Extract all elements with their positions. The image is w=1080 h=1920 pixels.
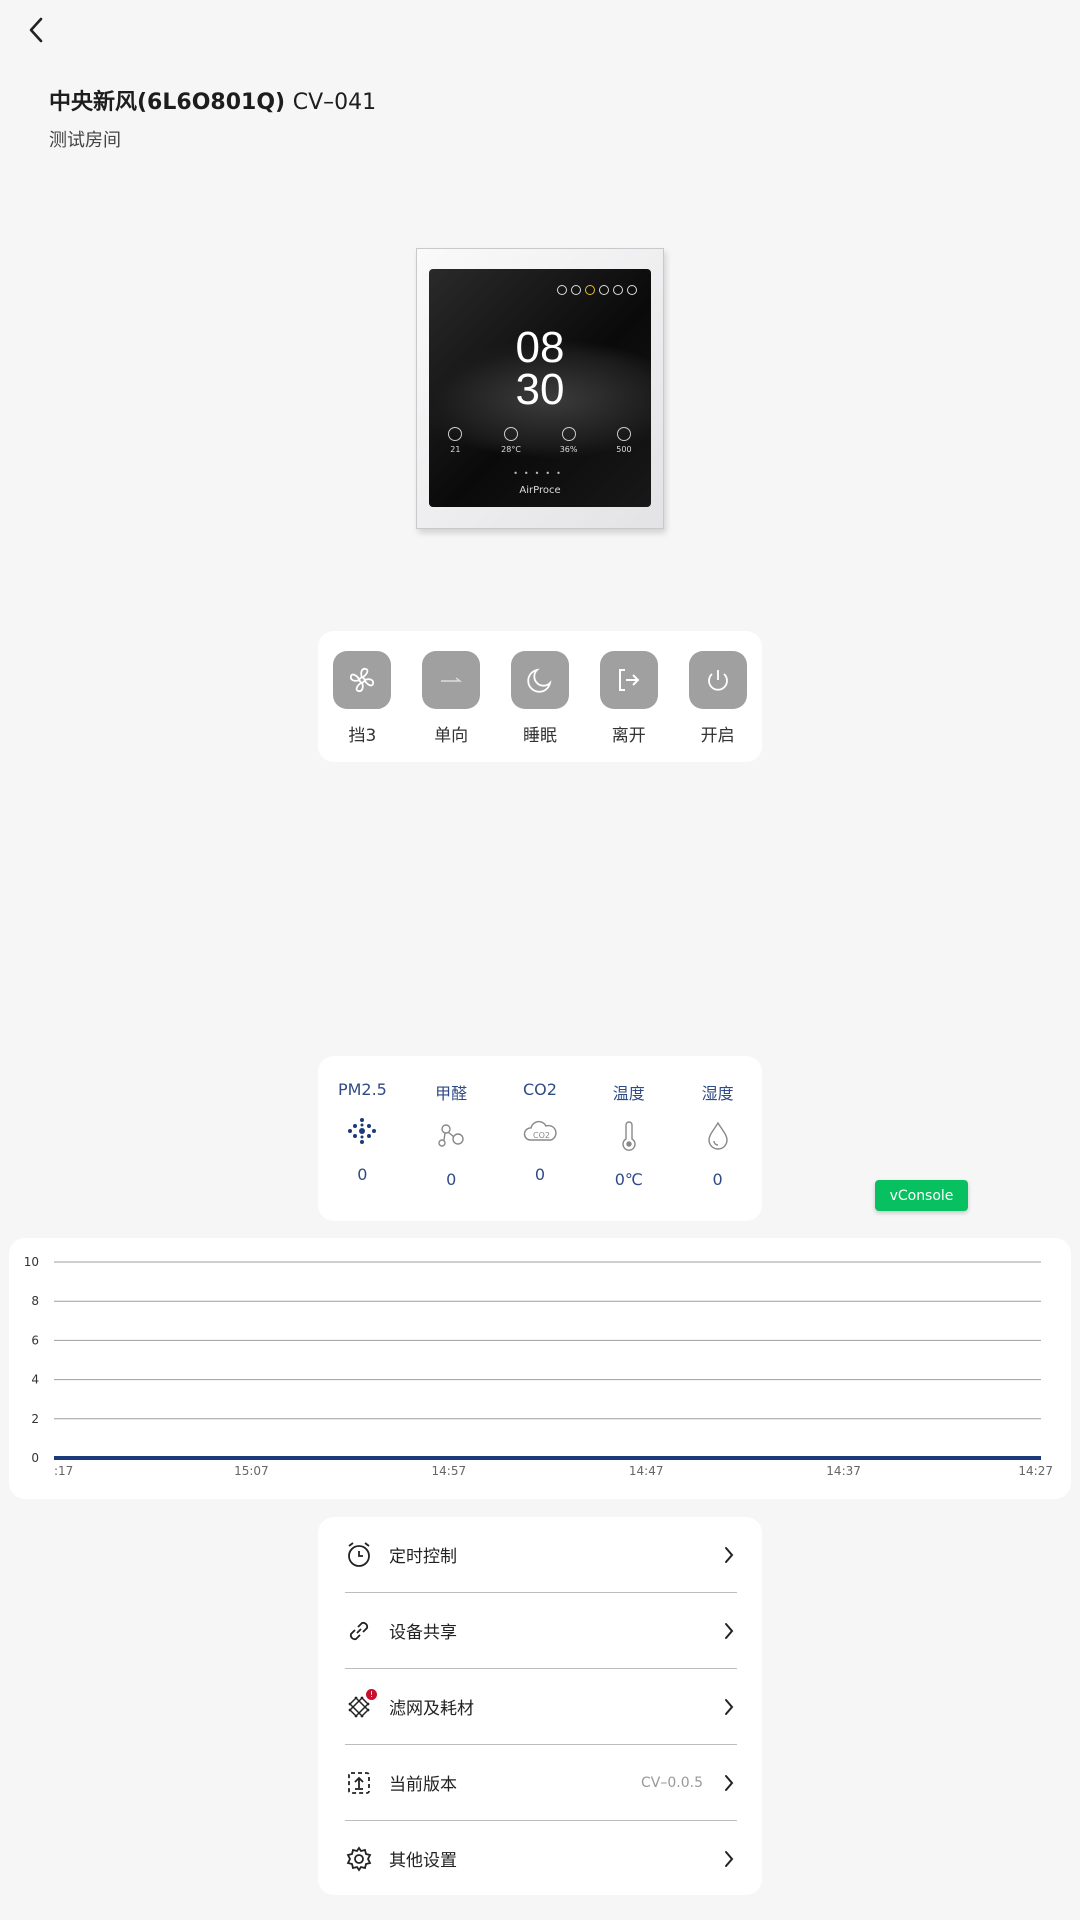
settings-menu: 定时控制 设备共享 ! 滤网及耗材 当前版本 CV–0.0.5 其他设置	[318, 1517, 762, 1895]
room-name: 测试房间	[49, 130, 121, 151]
y-tick-label: 6	[31, 1333, 39, 1347]
page-title: 中央新风(6L6O801Q) CV–041	[49, 84, 376, 116]
device-time-minute: 30	[515, 365, 565, 414]
x-tick-label: :17	[54, 1464, 73, 1478]
metric-temperature[interactable]: 温度 0℃	[589, 1056, 669, 1221]
control-panel: 挡3 单向 睡眠 离开 开启	[318, 631, 762, 762]
link-icon	[345, 1617, 373, 1645]
y-tick-label: 2	[31, 1412, 39, 1426]
alarm-clock-icon	[345, 1541, 373, 1569]
device-time-hour: 08	[515, 323, 565, 372]
version-value: CV–0.0.5	[641, 1774, 703, 1791]
direction-control[interactable]: 单向	[411, 651, 491, 746]
filter-alert-badge: !	[366, 1688, 377, 1700]
co2-cloud-icon: CO2	[500, 1109, 580, 1153]
filter-icon: !	[345, 1688, 377, 1721]
chevron-right-icon	[721, 1774, 737, 1792]
chevron-right-icon	[721, 1850, 737, 1868]
molecule-icon	[411, 1114, 491, 1158]
fan-icon	[333, 651, 392, 709]
x-tick-label: 14:57	[432, 1464, 467, 1478]
menu-item-version[interactable]: 当前版本 CV–0.0.5	[345, 1745, 737, 1820]
menu-item-share[interactable]: 设备共享	[345, 1593, 737, 1668]
metric-formaldehyde[interactable]: 甲醛 0	[411, 1056, 491, 1221]
air-quality-panel: PM2.5 0 甲醛 0 CO2 CO2 0 温度 0℃ 湿度 0	[318, 1056, 762, 1221]
sleep-control[interactable]: 睡眠	[500, 651, 580, 746]
menu-item-timer[interactable]: 定时控制	[345, 1517, 737, 1592]
y-tick-label: 4	[31, 1373, 39, 1387]
metric-humidity[interactable]: 湿度 0	[678, 1056, 758, 1221]
arrow-right-icon	[422, 651, 481, 709]
history-chart-svg: 0 2 4 6 8 10 :17 15:07 14:57 14:47 14:37 14:27	[24, 1255, 1053, 1478]
y-tick-label: 8	[31, 1294, 39, 1308]
device-screen: 08 30 21 28°C 36% 500 ••••• AirProce	[429, 269, 651, 507]
gear-icon	[345, 1845, 373, 1873]
menu-item-other-settings[interactable]: 其他设置	[345, 1821, 737, 1896]
upgrade-icon	[345, 1769, 373, 1797]
x-tick-label: 14:27	[1018, 1464, 1053, 1478]
power-icon	[688, 651, 747, 709]
device-sensor-readouts: 21 28°C 36% 500	[429, 427, 651, 454]
moon-icon	[510, 651, 569, 709]
back-button[interactable]	[14, 8, 58, 52]
chevron-right-icon	[721, 1698, 737, 1716]
svg-text:CO2: CO2	[533, 1131, 550, 1140]
y-tick-label: 10	[24, 1255, 39, 1269]
x-tick-label: 14:47	[629, 1464, 664, 1478]
history-chart: 0 2 4 6 8 10 :17 15:07 14:57 14:47 14:37 14:27	[9, 1238, 1071, 1499]
pm25-icon	[322, 1109, 402, 1153]
exit-icon	[599, 651, 658, 709]
x-tick-label: 14:37	[826, 1464, 861, 1478]
x-tick-label: 15:07	[234, 1464, 269, 1478]
away-control[interactable]: 离开	[589, 651, 669, 746]
chevron-left-icon	[29, 17, 43, 43]
device-brand: AirProce	[519, 485, 561, 496]
device-image: 08 30 21 28°C 36% 500 ••••• AirProce	[416, 248, 664, 529]
speed-control[interactable]: 挡3	[322, 651, 402, 746]
device-code: CV–041	[292, 90, 377, 115]
device-status-icons	[557, 285, 637, 295]
droplet-icon	[678, 1114, 758, 1158]
thermometer-icon	[589, 1114, 669, 1158]
metric-pm25[interactable]: PM2.5 0	[322, 1056, 402, 1221]
menu-item-filter[interactable]: ! 滤网及耗材	[345, 1669, 737, 1744]
chevron-right-icon	[721, 1546, 737, 1564]
device-name: 中央新风(6L6O801Q)	[49, 90, 286, 115]
vconsole-button[interactable]: vConsole	[875, 1180, 968, 1211]
power-control[interactable]: 开启	[678, 651, 758, 746]
y-tick-label: 0	[31, 1451, 39, 1465]
chevron-right-icon	[721, 1622, 737, 1640]
metric-co2[interactable]: CO2 CO2 0	[500, 1056, 580, 1221]
